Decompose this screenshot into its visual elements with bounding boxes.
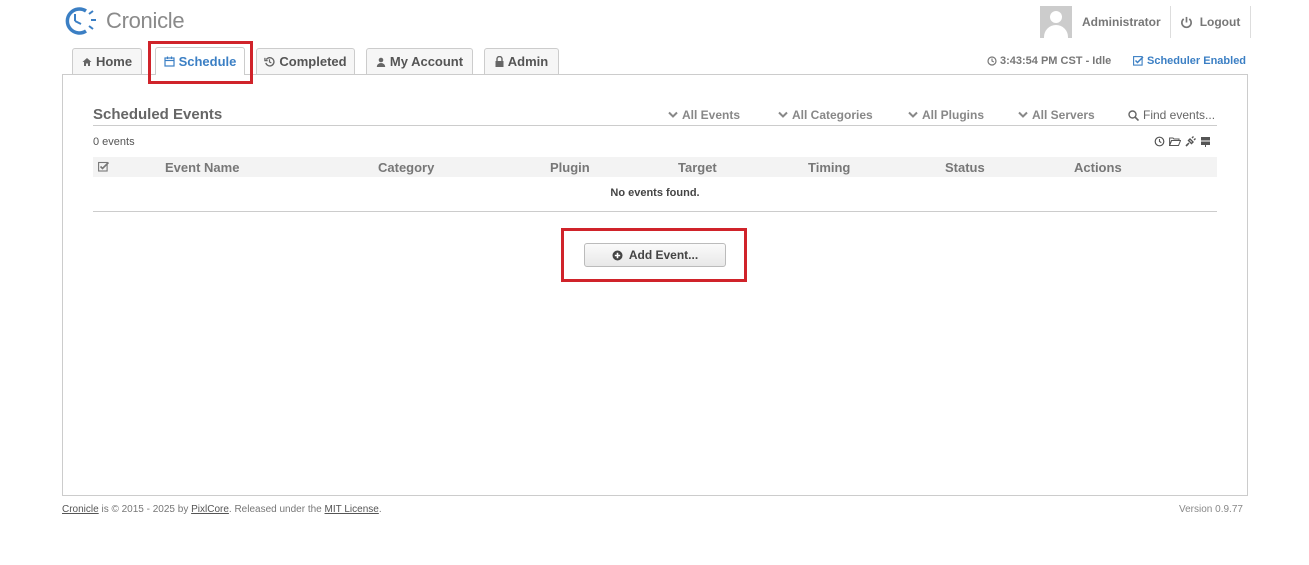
chevron-down-icon [668,111,678,118]
clock-text: 3:43:54 PM CST - Idle [1000,55,1112,67]
history-icon [264,57,275,67]
tab-my-account[interactable]: My Account [366,48,473,74]
tab-schedule-label: Schedule [178,54,237,69]
calendar-icon [163,56,175,67]
search-placeholder: Find events... [1143,108,1216,122]
view-options [1154,136,1211,147]
tab-admin-label: Admin [507,54,549,69]
plug-icon[interactable] [1185,136,1196,147]
add-event-label: Add Event... [628,248,699,262]
filter-plugins-label: All Plugins [922,108,985,122]
filter-plugins[interactable]: All Plugins [908,108,984,122]
column-header-timing[interactable]: Timing [808,160,850,175]
user-name[interactable]: Administrator [1082,6,1171,38]
tab-schedule[interactable]: Schedule [155,47,245,75]
server-icon[interactable] [1200,136,1211,147]
add-event-button[interactable]: Add Event... [584,243,726,267]
cronicle-logo-icon [65,7,96,35]
tab-admin[interactable]: Admin [484,48,559,74]
footer-license-link[interactable]: MIT License [325,504,379,515]
main-panel [62,74,1248,496]
filter-servers-label: All Servers [1032,108,1095,122]
user-icon [376,57,386,67]
filter-categories-label: All Categories [792,108,873,122]
lock-icon [495,56,504,67]
chevron-down-icon [778,111,788,118]
plus-circle-icon [612,250,623,260]
avatar[interactable] [1040,6,1072,38]
tab-home-label: Home [95,54,133,69]
table-bottom-divider [93,211,1217,212]
filter-categories[interactable]: All Categories [778,108,873,122]
version-label: Version 0.9.77 [1179,504,1243,515]
filter-events[interactable]: All Events [668,108,740,122]
footer-pixlcore-link[interactable]: PixlCore [191,504,229,515]
clock-icon [987,56,997,66]
home-icon [82,57,92,66]
chevron-down-icon [1018,111,1028,118]
column-header-event-name[interactable]: Event Name [165,160,239,175]
clock-icon[interactable] [1154,136,1165,147]
app-title: Cronicle [106,8,185,33]
app-logo[interactable]: Cronicle [64,5,185,37]
scheduler-label: Scheduler Enabled [1147,55,1247,67]
folder-open-icon[interactable] [1169,136,1181,147]
footer-credits: Cronicle is © 2015 - 2025 by PixlCore. R… [62,504,382,515]
logout-button[interactable]: Logout [1180,6,1252,38]
search-input[interactable]: Find events... [1128,108,1215,122]
footer-cronicle-link[interactable]: Cronicle [62,504,99,515]
column-header-status[interactable]: Status [945,160,985,175]
event-count: 0 events [93,136,135,148]
empty-state-message: No events found. [610,187,700,199]
column-header-target[interactable]: Target [678,160,717,175]
page-title: Scheduled Events [93,106,223,123]
footer-text-1: is © 2015 - 2025 by [98,504,192,515]
chevron-down-icon [908,111,918,118]
tab-my-account-label: My Account [389,54,464,69]
scheduler-toggle[interactable]: Scheduler Enabled [1133,55,1246,67]
filter-servers[interactable]: All Servers [1018,108,1095,122]
footer-text-3: . [378,504,382,515]
power-icon [1180,16,1192,28]
title-divider [93,125,1217,126]
footer-text-2: . Released under the [228,504,325,515]
logout-label: Logout [1199,15,1241,29]
tab-completed[interactable]: Completed [256,48,355,74]
table-header [93,157,1217,177]
checkbox-checked-icon [1133,56,1144,66]
user-menu: Administrator Logout [1040,6,1252,38]
column-header-plugin[interactable]: Plugin [550,160,590,175]
column-header-category[interactable]: Category [378,160,434,175]
clock-status: 3:43:54 PM CST - Idle [987,55,1111,67]
tab-completed-label: Completed [279,54,347,69]
search-icon [1128,109,1139,121]
filter-events-label: All Events [682,108,741,122]
column-header-actions: Actions [1074,160,1122,175]
tab-home[interactable]: Home [72,48,142,74]
select-all-checkbox-icon[interactable] [98,161,110,172]
